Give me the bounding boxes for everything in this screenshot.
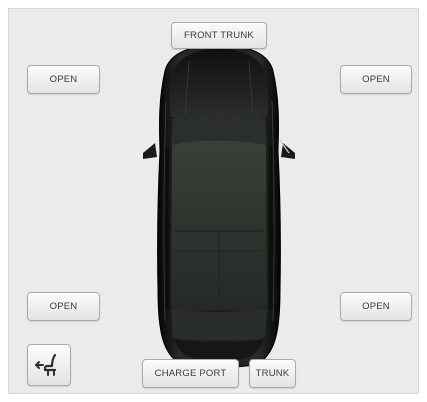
front-right-door-open-button[interactable]: OPEN [340,65,412,94]
front-trunk-button[interactable]: FRONT TRUNK [171,22,267,49]
vehicle-controls-panel: FRONT TRUNK OPEN OPEN OPEN OPEN CHARGE P… [8,8,419,394]
seat-adjust-button[interactable] [27,344,71,386]
front-left-door-open-button[interactable]: OPEN [27,65,100,94]
car-top-view-graphic [143,44,295,368]
charge-port-button[interactable]: CHARGE PORT [142,359,239,388]
seat-adjust-icon [35,353,57,376]
trunk-button[interactable]: TRUNK [249,359,296,388]
car-top-view [139,41,299,371]
rear-right-door-open-button[interactable]: OPEN [340,292,412,321]
rear-left-door-open-button[interactable]: OPEN [27,292,100,321]
